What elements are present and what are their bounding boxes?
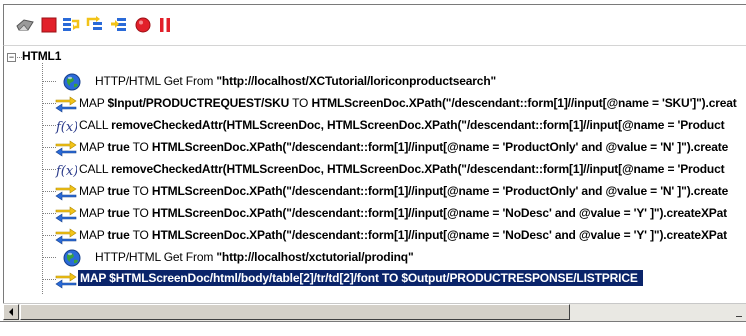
statement-text-part: MAP [79,140,108,154]
statement-text: MAP $Input/PRODUCTREQUEST/SKU TO HTMLScr… [79,96,737,110]
statement-text-part: TO [129,140,152,154]
scroll-thumb[interactable] [20,304,570,320]
statement-text-part: "http://localhost/XCTutorial/loriconprod… [216,74,497,88]
horizontal-scrollbar[interactable] [3,303,746,321]
svg-text:f(x): f(x) [55,120,77,135]
call-statement-row[interactable]: f(x) CALL removeCheckedAttr(HTMLScreenDoc… [4,114,746,138]
globe-icon [63,249,81,270]
step-out-icon[interactable] [108,14,130,36]
map-statement-row[interactable]: MAP true TO HTMLScreenDoc.XPath("/descen… [4,202,746,226]
map-statement-row[interactable]: MAP true TO HTMLScreenDoc.XPath("/descen… [4,224,746,248]
statement-text-part: true [107,140,130,154]
tree-root-node[interactable]: − HTML1 [4,46,204,70]
statement-text-part: MAP $HTMLScreenDoc/html/body/table[2]/tr… [80,271,638,285]
statement-text-part: removeCheckedAttr(HTMLScreenDoc, HTMLScr… [111,162,725,176]
statement-text-part: HTMLScreenDoc.XPath("/descendant::form[1… [151,228,728,242]
statement-text-part: $Input/PRODUCTREQUEST/SKU [107,96,290,110]
statement-text-part: MAP [79,96,108,110]
map-arrows-icon [55,183,77,204]
scroll-left-arrow-icon[interactable] [3,304,19,320]
statement-text: MAP $HTMLScreenDoc/html/body/table[2]/tr… [78,270,643,286]
globe-icon [63,73,81,94]
statement-text-part: HTMLScreenDoc.XPath("/descendant::form[1… [151,140,729,154]
statement-text-part: CALL [79,118,112,132]
statement-text: CALL removeCheckedAttr(HTMLScreenDoc, HT… [79,162,725,176]
statement-text-part: true [107,206,130,220]
statement-text-part: "http://localhost/xctutorial/prodinq" [216,250,414,264]
map-statement-row[interactable]: MAP $Input/PRODUCTREQUEST/SKU TO HTMLScr… [4,92,746,116]
collapse-toggle-icon[interactable]: − [7,53,16,62]
resize-grip-icon[interactable] [736,316,742,317]
map-arrows-icon [55,227,77,248]
statement-text-part: CALL [79,162,112,176]
step-over-icon[interactable] [84,14,106,36]
script-editor-window: − HTML1 HTTP/HTML Get From "http://local… [0,0,746,336]
statement-text-part: HTMLScreenDoc.XPath("/descendant::form[1… [151,184,729,198]
statement-text: CALL removeCheckedAttr(HTMLScreenDoc, HT… [79,118,725,132]
tree-connector [42,279,56,280]
tree-connector [42,103,56,104]
statement-text-part: HTMLScreenDoc.XPath("/descendant::form[1… [151,206,728,220]
statement-text: HTTP/HTML Get From "http://localhost/xct… [95,250,414,264]
statement-text: MAP true TO HTMLScreenDoc.XPath("/descen… [79,140,728,154]
statement-text-part: TO [129,184,152,198]
statement-text-part: TO [129,228,152,242]
tree-connector [42,235,56,236]
function-icon: f(x) [55,161,78,182]
statement-text-part: removeCheckedAttr(HTMLScreenDoc, HTMLScr… [111,118,725,132]
map-arrows-icon [55,139,77,160]
http-get-row[interactable]: HTTP/HTML Get From "http://localhost/XCT… [4,70,746,94]
http-get-row[interactable]: HTTP/HTML Get From "http://localhost/xct… [4,246,746,270]
statement-text: MAP true TO HTMLScreenDoc.XPath("/descen… [79,228,727,242]
pause-icon[interactable] [154,14,176,36]
tree-connector [42,147,56,148]
statement-text-part: HTMLScreenDoc.XPath("/descendant::form[1… [311,96,737,110]
map-arrows-icon [55,271,77,292]
tree-root-label: HTML1 [22,49,62,63]
tree-connector [42,213,56,214]
statement-text: MAP true TO HTMLScreenDoc.XPath("/descen… [79,206,727,220]
statement-text-part: MAP [79,228,108,242]
map-statement-row[interactable]: MAP true TO HTMLScreenDoc.XPath("/descen… [4,136,746,160]
statement-text-part: MAP [79,206,108,220]
status-bar [0,321,746,336]
svg-text:f(x): f(x) [55,164,77,179]
map-statement-row[interactable]: MAP true TO HTMLScreenDoc.XPath("/descen… [4,180,746,204]
map-arrows-icon [55,95,77,116]
map-statement-row[interactable]: MAP $HTMLScreenDoc/html/body/table[2]/tr… [4,268,746,292]
tree-connector [42,81,56,82]
statement-text-part: TO [129,206,152,220]
statement-text-part: MAP [79,184,108,198]
record-icon[interactable] [132,14,154,36]
statement-text-part: HTTP/HTML Get From [95,250,217,264]
tree-connector [42,257,56,258]
eraser-icon[interactable] [14,14,36,36]
statement-text-part: true [107,184,130,198]
statement-text-part: HTTP/HTML Get From [95,74,217,88]
statement-text-part: true [107,228,130,242]
toolbar [3,4,746,46]
statement-text: MAP true TO HTMLScreenDoc.XPath("/descen… [79,184,728,198]
statement-text: HTTP/HTML Get From "http://localhost/XCT… [95,74,496,88]
tree-connector [42,125,56,126]
statement-text-part: TO [289,96,312,110]
step-into-icon[interactable] [60,14,82,36]
call-statement-row[interactable]: f(x) CALL removeCheckedAttr(HTMLScreenDoc… [4,158,746,182]
stop-square-icon[interactable] [38,14,60,36]
script-tree: − HTML1 HTTP/HTML Get From "http://local… [3,46,746,324]
tree-connector [42,169,56,170]
function-icon: f(x) [55,117,78,138]
map-arrows-icon [55,205,77,226]
tree-connector [42,191,56,192]
